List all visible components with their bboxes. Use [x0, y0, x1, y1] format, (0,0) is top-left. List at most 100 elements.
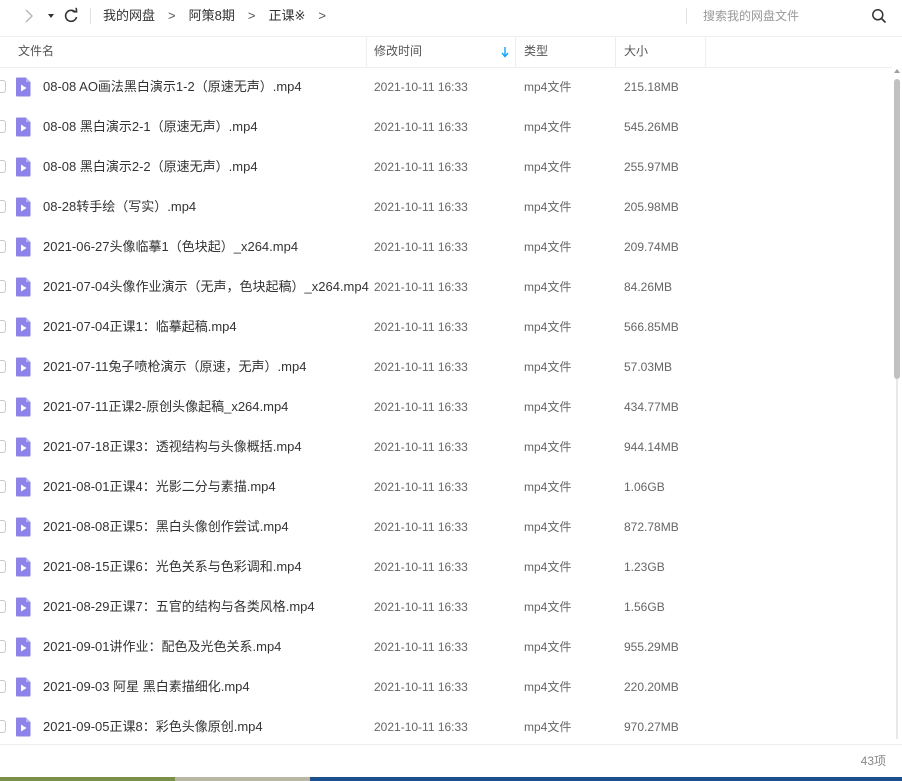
row-checkbox[interactable]	[0, 480, 6, 493]
column-divider[interactable]	[705, 37, 706, 67]
file-name[interactable]: 08-28转手绘（写实）.mp4	[43, 187, 196, 227]
file-modified-date: 2021-10-11 16:33	[374, 480, 468, 494]
breadcrumb-item-root[interactable]: 我的网盘	[103, 8, 155, 24]
row-checkbox[interactable]	[0, 680, 6, 693]
toolbar-divider	[90, 8, 91, 24]
row-checkbox[interactable]	[0, 120, 6, 133]
file-row[interactable]: 2021-07-04头像作业演示（无声，色块起稿）_x264.mp4 2021-…	[0, 267, 892, 307]
breadcrumb-item-folder[interactable]: 阿策8期	[189, 8, 235, 24]
row-checkbox[interactable]	[0, 440, 6, 453]
row-checkbox[interactable]	[0, 160, 6, 173]
chevron-right-icon[interactable]	[22, 7, 36, 25]
file-name[interactable]: 2021-09-03 阿星 黑白素描细化.mp4	[43, 667, 250, 707]
column-divider[interactable]	[366, 37, 367, 67]
video-file-icon	[14, 317, 32, 337]
file-name[interactable]: 2021-07-18正课3：透视结构与头像概括.mp4	[43, 427, 302, 467]
vertical-scrollbar[interactable]	[892, 67, 902, 744]
row-checkbox[interactable]	[0, 280, 6, 293]
file-row[interactable]: 2021-08-29正课7：五官的结构与各类风格.mp4 2021-10-11 …	[0, 587, 892, 627]
file-modified-date: 2021-10-11 16:33	[374, 440, 468, 454]
file-name[interactable]: 2021-07-04正课1：临摹起稿.mp4	[43, 307, 237, 347]
file-name[interactable]: 08-08 黑白演示2-1（原速无声）.mp4	[43, 107, 258, 147]
file-size: 1.23GB	[624, 560, 665, 574]
scroll-up-arrow-icon[interactable]	[894, 69, 900, 73]
file-row[interactable]: 08-08 AO画法黑白演示1-2（原速无声）.mp4 2021-10-11 1…	[0, 67, 892, 107]
video-file-icon	[14, 77, 32, 97]
row-checkbox[interactable]	[0, 400, 6, 413]
breadcrumb-item-current[interactable]: 正课※	[268, 8, 305, 24]
file-type: mp4文件	[524, 200, 572, 214]
file-row[interactable]: 2021-07-18正课3：透视结构与头像概括.mp4 2021-10-11 1…	[0, 427, 892, 467]
video-file-icon	[14, 557, 32, 577]
row-checkbox[interactable]	[0, 600, 6, 613]
video-file-icon	[14, 517, 32, 537]
video-file-icon	[14, 157, 32, 177]
row-checkbox[interactable]	[0, 640, 6, 653]
file-name[interactable]: 08-08 AO画法黑白演示1-2（原速无声）.mp4	[43, 67, 302, 107]
file-row[interactable]: 2021-09-01讲作业：配色及光色关系.mp4 2021-10-11 16:…	[0, 627, 892, 667]
file-row[interactable]: 08-08 黑白演示2-2（原速无声）.mp4 2021-10-11 16:33…	[0, 147, 892, 187]
breadcrumb-separator[interactable]: >	[318, 8, 326, 24]
file-row[interactable]: 2021-07-11正课2-原创头像起稿_x264.mp4 2021-10-11…	[0, 387, 892, 427]
file-row[interactable]: 2021-07-04正课1：临摹起稿.mp4 2021-10-11 16:33 …	[0, 307, 892, 347]
file-type: mp4文件	[524, 400, 572, 414]
file-row[interactable]: 2021-08-08正课5：黑白头像创作尝试.mp4 2021-10-11 16…	[0, 507, 892, 547]
file-row[interactable]: 08-28转手绘（写实）.mp4 2021-10-11 16:33 mp4文件 …	[0, 187, 892, 227]
file-row[interactable]: 2021-08-01正课4：光影二分与素描.mp4 2021-10-11 16:…	[0, 467, 892, 507]
file-name[interactable]: 2021-08-15正课6：光色关系与色彩调和.mp4	[43, 547, 302, 587]
file-type: mp4文件	[524, 240, 572, 254]
row-checkbox[interactable]	[0, 720, 6, 733]
file-row[interactable]: 08-08 黑白演示2-1（原速无声）.mp4 2021-10-11 16:33…	[0, 107, 892, 147]
scrollbar-track[interactable]	[896, 379, 898, 739]
file-row[interactable]: 2021-06-27头像临摹1（色块起）_x264.mp4 2021-10-11…	[0, 227, 892, 267]
scrollbar-thumb[interactable]	[894, 79, 900, 379]
file-name[interactable]: 2021-08-01正课4：光影二分与素描.mp4	[43, 467, 276, 507]
row-checkbox[interactable]	[0, 240, 6, 253]
refresh-icon[interactable]	[62, 6, 80, 26]
file-name[interactable]: 2021-07-11正课2-原创头像起稿_x264.mp4	[43, 387, 288, 427]
file-name[interactable]: 2021-07-11兔子喷枪演示（原速，无声）.mp4	[43, 347, 306, 387]
video-file-icon	[14, 677, 32, 697]
file-size: 255.97MB	[624, 160, 679, 174]
file-row[interactable]: 2021-09-05正课8：彩色头像原创.mp4 2021-10-11 16:3…	[0, 707, 892, 744]
search-icon[interactable]	[871, 8, 887, 24]
file-name[interactable]: 2021-06-27头像临摹1（色块起）_x264.mp4	[43, 227, 298, 267]
column-header-type[interactable]: 类型	[524, 37, 548, 67]
row-checkbox[interactable]	[0, 520, 6, 533]
file-modified-date: 2021-10-11 16:33	[374, 400, 468, 414]
file-row[interactable]: 2021-09-03 阿星 黑白素描细化.mp4 2021-10-11 16:3…	[0, 667, 892, 707]
column-header-modified[interactable]: 修改时间	[374, 37, 422, 67]
file-name[interactable]: 08-08 黑白演示2-2（原速无声）.mp4	[43, 147, 258, 187]
file-size: 970.27MB	[624, 720, 679, 734]
file-name[interactable]: 2021-09-01讲作业：配色及光色关系.mp4	[43, 627, 281, 667]
file-list: 08-08 AO画法黑白演示1-2（原速无声）.mp4 2021-10-11 1…	[0, 67, 892, 744]
file-size: 1.06GB	[624, 480, 665, 494]
column-header-size[interactable]: 大小	[624, 37, 648, 67]
file-row[interactable]: 2021-08-15正课6：光色关系与色彩调和.mp4 2021-10-11 1…	[0, 547, 892, 587]
file-modified-date: 2021-10-11 16:33	[374, 720, 468, 734]
column-divider[interactable]	[615, 37, 616, 67]
row-checkbox[interactable]	[0, 560, 6, 573]
row-checkbox[interactable]	[0, 80, 6, 93]
caret-down-icon[interactable]	[46, 9, 56, 23]
row-checkbox[interactable]	[0, 320, 6, 333]
file-name[interactable]: 2021-08-08正课5：黑白头像创作尝试.mp4	[43, 507, 289, 547]
sort-descending-icon[interactable]	[500, 45, 510, 59]
row-checkbox[interactable]	[0, 200, 6, 213]
column-divider[interactable]	[515, 37, 516, 67]
file-name[interactable]: 2021-09-05正课8：彩色头像原创.mp4	[43, 707, 263, 744]
toolbar: 我的网盘 > 阿策8期 > 正课※ >	[0, 0, 902, 32]
file-row[interactable]: 2021-07-11兔子喷枪演示（原速，无声）.mp4 2021-10-11 1…	[0, 347, 892, 387]
file-name[interactable]: 2021-08-29正课7：五官的结构与各类风格.mp4	[43, 587, 315, 627]
item-count: 43项	[860, 754, 886, 768]
taskbar-segment	[175, 777, 310, 781]
row-checkbox[interactable]	[0, 360, 6, 373]
column-header-name[interactable]: 文件名	[18, 37, 54, 67]
video-file-icon	[14, 277, 32, 297]
file-size: 215.18MB	[624, 80, 679, 94]
file-type: mp4文件	[524, 480, 572, 494]
search-input[interactable]	[700, 6, 863, 26]
file-modified-date: 2021-10-11 16:33	[374, 80, 468, 94]
file-name[interactable]: 2021-07-04头像作业演示（无声，色块起稿）_x264.mp4	[43, 267, 369, 307]
file-type: mp4文件	[524, 680, 572, 694]
